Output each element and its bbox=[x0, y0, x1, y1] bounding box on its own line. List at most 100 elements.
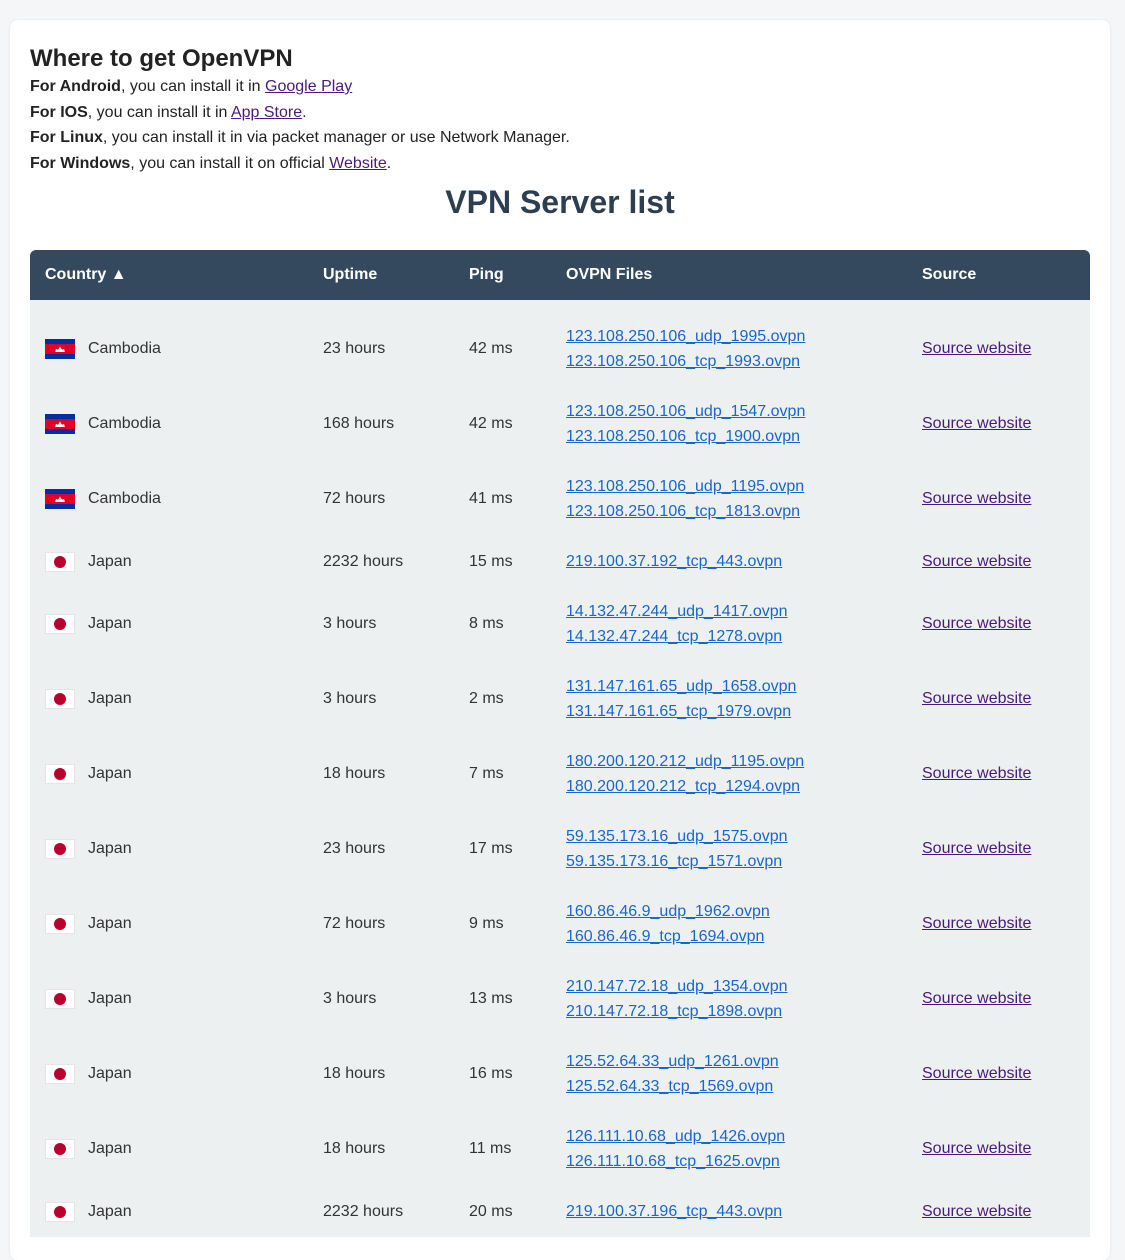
ovpn-file-link[interactable]: 123.108.250.106_tcp_1900.ovpn bbox=[566, 424, 907, 450]
ovpn-file-link[interactable]: 123.108.250.106_tcp_1993.ovpn bbox=[566, 349, 907, 375]
column-header-source[interactable]: Source bbox=[907, 249, 1090, 300]
uptime-cell: 18 hours bbox=[308, 1036, 454, 1112]
country-name: Cambodia bbox=[88, 340, 161, 358]
source-website-link[interactable]: Source website bbox=[922, 990, 1031, 1007]
ovpn-file-link[interactable]: 131.147.161.65_udp_1658.ovpn bbox=[566, 674, 907, 700]
install-android: For Android, you can install it in Googl… bbox=[30, 74, 1090, 100]
platform-label: For Linux bbox=[30, 129, 103, 147]
source-cell: Source website bbox=[907, 811, 1090, 887]
source-website-link[interactable]: Source website bbox=[922, 765, 1031, 782]
country-name: Japan bbox=[88, 1065, 132, 1083]
country-cell: Japan bbox=[30, 886, 308, 962]
ovpn-file-link[interactable]: 160.86.46.9_tcp_1694.ovpn bbox=[566, 924, 907, 950]
source-cell: Source website bbox=[907, 886, 1090, 962]
table-row: Japan 23 hours 17 ms 59.135.173.16_udp_1575… bbox=[30, 811, 1090, 887]
table-row: Japan 18 hours 11 ms 126.111.10.68_udp_1426… bbox=[30, 1111, 1090, 1187]
country-name: Japan bbox=[88, 915, 132, 933]
japan-flag-icon bbox=[45, 1139, 75, 1160]
ovpn-file-link[interactable]: 14.132.47.244_tcp_1278.ovpn bbox=[566, 624, 907, 650]
ovpn-files-cell: 123.108.250.106_udp_1547.ovpn 123.108.250… bbox=[551, 386, 907, 462]
source-website-link[interactable]: Source website bbox=[922, 340, 1031, 357]
table-row: Japan 3 hours 2 ms 131.147.161.65_udp_1658.… bbox=[30, 661, 1090, 737]
ovpn-files-cell: 14.132.47.244_udp_1417.ovpn 14.132.47.244… bbox=[551, 586, 907, 662]
ovpn-file-link[interactable]: 180.200.120.212_tcp_1294.ovpn bbox=[566, 774, 907, 800]
uptime-cell: 3 hours bbox=[308, 661, 454, 737]
ping-cell: 42 ms bbox=[454, 386, 551, 462]
platform-label: For IOS bbox=[30, 103, 88, 121]
ovpn-file-link[interactable]: 219.100.37.192_tcp_443.ovpn bbox=[566, 549, 907, 575]
ovpn-file-link[interactable]: 180.200.120.212_udp_1195.ovpn bbox=[566, 749, 907, 775]
ovpn-files-cell: 219.100.37.192_tcp_443.ovpn bbox=[551, 536, 907, 587]
ping-cell: 15 ms bbox=[454, 536, 551, 587]
table-row: Cambodia 23 hours 42 ms 123.108.250.106_udp… bbox=[30, 299, 1090, 387]
ovpn-files-cell: 123.108.250.106_udp_1995.ovpn 123.108.250… bbox=[551, 299, 907, 387]
source-website-link[interactable]: Source website bbox=[922, 840, 1031, 857]
ovpn-file-link[interactable]: 160.86.46.9_udp_1962.ovpn bbox=[566, 899, 907, 925]
ping-cell: 11 ms bbox=[454, 1111, 551, 1187]
country-name: Cambodia bbox=[88, 490, 161, 508]
column-header-ovpn-files[interactable]: OVPN Files bbox=[551, 249, 907, 300]
source-website-link[interactable]: Source website bbox=[922, 553, 1031, 570]
ovpn-file-link[interactable]: 59.135.173.16_udp_1575.ovpn bbox=[566, 824, 907, 850]
table-row: Japan 18 hours 7 ms 180.200.120.212_udp_119… bbox=[30, 736, 1090, 812]
table-row: Cambodia 168 hours 42 ms 123.108.250.106_ud… bbox=[30, 386, 1090, 462]
column-header-ping[interactable]: Ping bbox=[454, 249, 551, 300]
ping-cell: 16 ms bbox=[454, 1036, 551, 1112]
japan-flag-icon bbox=[45, 914, 75, 935]
country-name: Japan bbox=[88, 553, 132, 571]
country-name: Japan bbox=[88, 1140, 132, 1158]
source-website-link[interactable]: Source website bbox=[922, 1140, 1031, 1157]
ovpn-file-link[interactable]: 123.108.250.106_udp_1995.ovpn bbox=[566, 324, 907, 350]
source-website-link[interactable]: Source website bbox=[922, 1065, 1031, 1082]
source-website-link[interactable]: Source website bbox=[922, 690, 1031, 707]
country-cell: Cambodia bbox=[30, 299, 308, 387]
ovpn-file-link[interactable]: 126.111.10.68_tcp_1625.ovpn bbox=[566, 1149, 907, 1175]
content-card: Where to get OpenVPN For Android, you ca… bbox=[10, 20, 1110, 1260]
country-name: Japan bbox=[88, 1203, 132, 1221]
source-website-link[interactable]: Source website bbox=[922, 490, 1031, 507]
column-header-country[interactable]: Country ▲ bbox=[30, 249, 308, 300]
app-store-link[interactable]: App Store bbox=[231, 104, 302, 121]
ping-cell: 13 ms bbox=[454, 961, 551, 1037]
ovpn-file-link[interactable]: 131.147.161.65_tcp_1979.ovpn bbox=[566, 699, 907, 725]
source-cell: Source website bbox=[907, 386, 1090, 462]
install-text: , you can install it in bbox=[120, 78, 266, 95]
japan-flag-icon bbox=[45, 1201, 75, 1222]
ovpn-file-link[interactable]: 210.147.72.18_tcp_1898.ovpn bbox=[566, 999, 907, 1025]
ovpn-file-link[interactable]: 125.52.64.33_udp_1261.ovpn bbox=[566, 1049, 907, 1075]
ovpn-file-link[interactable]: 123.108.250.106_tcp_1813.ovpn bbox=[566, 499, 907, 525]
install-text-end: . bbox=[302, 103, 307, 121]
ovpn-file-link[interactable]: 123.108.250.106_udp_1547.ovpn bbox=[566, 399, 907, 425]
install-text-end: . bbox=[386, 155, 392, 173]
source-website-link[interactable]: Source website bbox=[922, 1203, 1031, 1220]
country-name: Cambodia bbox=[88, 415, 161, 433]
windows-website-link[interactable]: Website bbox=[329, 155, 387, 172]
ovpn-file-link[interactable]: 123.108.250.106_udp_1195.ovpn bbox=[566, 474, 907, 500]
ping-cell: 42 ms bbox=[454, 299, 551, 387]
table-body: Cambodia 23 hours 42 ms 123.108.250.106_udp… bbox=[30, 299, 1090, 1237]
source-website-link[interactable]: Source website bbox=[922, 415, 1031, 432]
ovpn-file-link[interactable]: 14.132.47.244_udp_1417.ovpn bbox=[566, 599, 907, 625]
ovpn-file-link[interactable]: 210.147.72.18_udp_1354.ovpn bbox=[566, 974, 907, 1000]
country-cell: Japan bbox=[30, 1036, 308, 1112]
server-table: Country ▲ Uptime Ping OVPN Files Source … bbox=[30, 249, 1090, 1237]
cambodia-flag-icon bbox=[45, 489, 75, 510]
google-play-link[interactable]: Google Play bbox=[265, 78, 352, 95]
ovpn-file-link[interactable]: 126.111.10.68_udp_1426.ovpn bbox=[566, 1124, 907, 1150]
uptime-cell: 2232 hours bbox=[308, 536, 454, 587]
ping-cell: 17 ms bbox=[454, 811, 551, 887]
ovpn-file-link[interactable]: 219.100.37.196_tcp_443.ovpn bbox=[566, 1199, 907, 1225]
table-row: Japan 3 hours 13 ms 210.147.72.18_udp_1354.… bbox=[30, 961, 1090, 1037]
uptime-cell: 18 hours bbox=[308, 736, 454, 812]
install-text: , you can install it on official bbox=[130, 155, 330, 173]
ping-cell: 7 ms bbox=[454, 736, 551, 812]
source-website-link[interactable]: Source website bbox=[922, 615, 1031, 632]
ovpn-files-cell: 131.147.161.65_udp_1658.ovpn 131.147.161.… bbox=[551, 661, 907, 737]
column-header-uptime[interactable]: Uptime bbox=[308, 249, 454, 300]
ovpn-file-link[interactable]: 59.135.173.16_tcp_1571.ovpn bbox=[566, 849, 907, 875]
table-row: Cambodia 72 hours 41 ms 123.108.250.106_udp… bbox=[30, 461, 1090, 537]
source-website-link[interactable]: Source website bbox=[922, 915, 1031, 932]
uptime-cell: 23 hours bbox=[308, 299, 454, 387]
platform-label: For Windows bbox=[30, 155, 131, 173]
ovpn-file-link[interactable]: 125.52.64.33_tcp_1569.ovpn bbox=[566, 1074, 907, 1100]
